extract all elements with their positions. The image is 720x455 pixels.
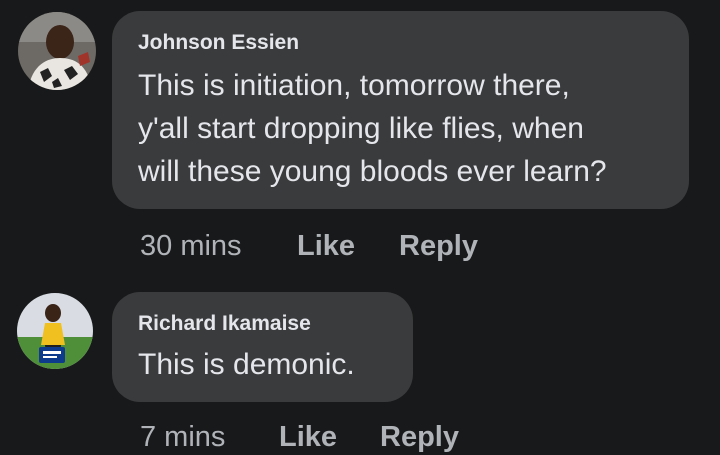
- reply-button[interactable]: Reply: [380, 421, 459, 453]
- profile-photo-icon: [18, 12, 96, 90]
- comment-timestamp[interactable]: 30 mins: [140, 230, 242, 262]
- comment-timestamp[interactable]: 7 mins: [140, 421, 225, 453]
- comment-text-line: y'all start dropping like flies, when: [138, 112, 584, 145]
- avatar-johnson-essien[interactable]: [18, 12, 96, 90]
- comment-author[interactable]: Richard Ikamaise: [138, 312, 311, 336]
- comment-bubble: Johnson Essien This is initiation, tomor…: [112, 11, 689, 209]
- comment-author[interactable]: Johnson Essien: [138, 31, 299, 55]
- reply-button[interactable]: Reply: [399, 230, 478, 262]
- comment-bubble: Richard Ikamaise This is demonic.: [112, 292, 413, 402]
- like-button[interactable]: Like: [297, 230, 355, 262]
- avatar-richard-ikamaise[interactable]: [17, 293, 93, 369]
- comment-text-line: This is demonic.: [138, 348, 355, 381]
- comment-thread: Johnson Essien This is initiation, tomor…: [0, 0, 720, 455]
- profile-photo-icon: [17, 293, 93, 369]
- comment-text-line: This is initiation, tomorrow there,: [138, 69, 570, 102]
- comment-text-line: will these young bloods ever learn?: [138, 155, 607, 188]
- like-button[interactable]: Like: [279, 421, 337, 453]
